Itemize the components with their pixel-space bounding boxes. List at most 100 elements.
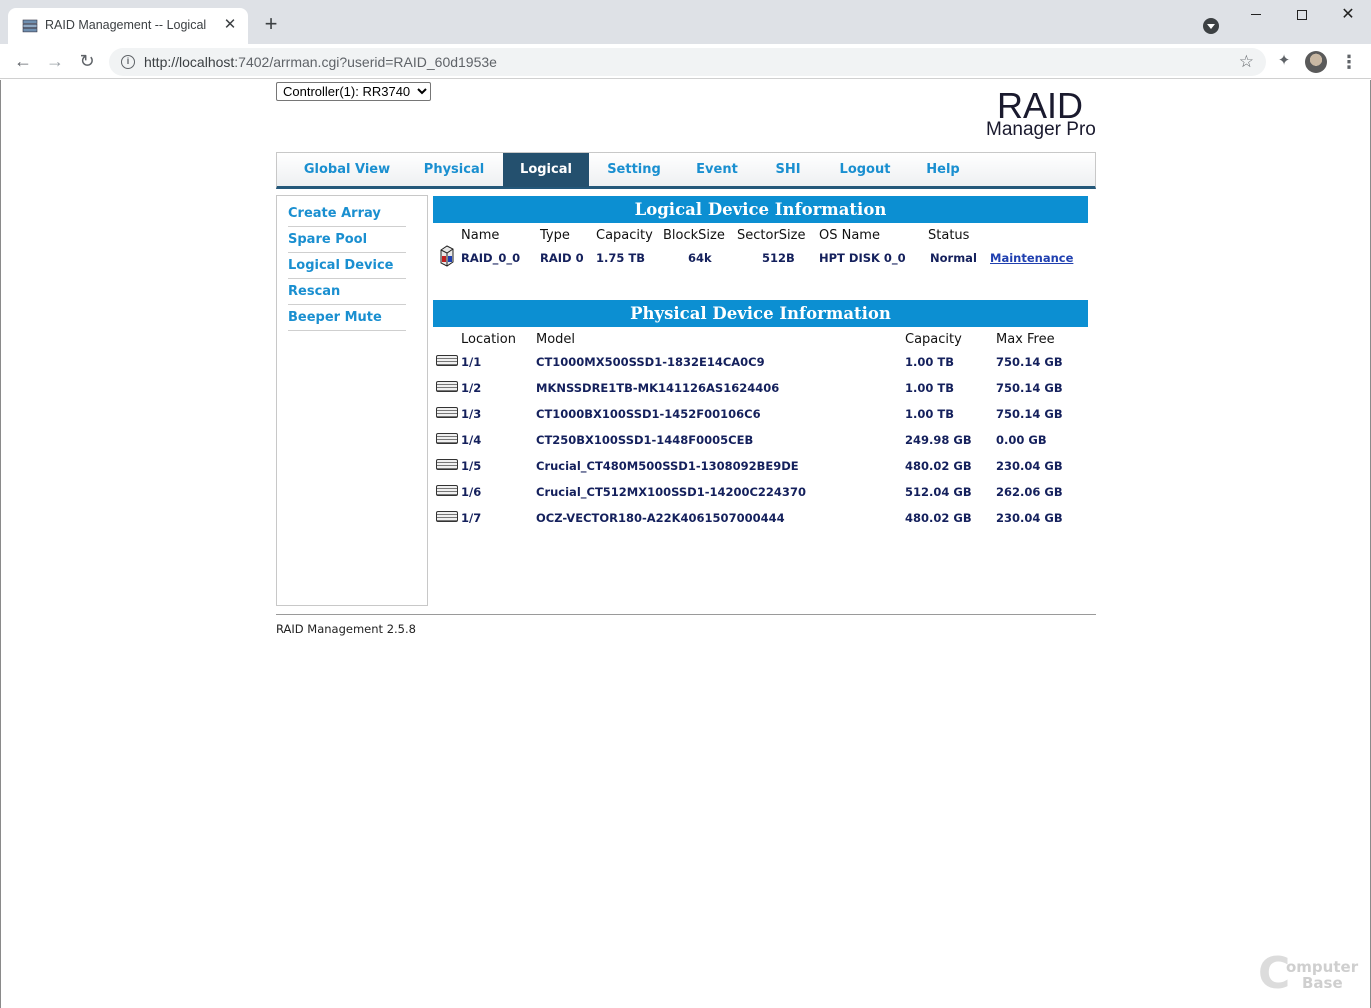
maintenance-link[interactable]: Maintenance: [990, 251, 1073, 265]
pd-model: MKNSSDRE1TB-MK141126AS1624406: [536, 381, 780, 395]
reload-button[interactable]: ↻: [75, 50, 99, 74]
tab-shi[interactable]: SHI: [759, 153, 817, 187]
watermark-line2: Base: [1302, 974, 1343, 992]
disk-icon: [436, 459, 458, 470]
tab-logout[interactable]: Logout: [825, 153, 905, 187]
sidebar-item-spare-pool[interactable]: Spare Pool: [288, 227, 406, 253]
col-header-pd-capacity: Capacity: [905, 332, 962, 347]
pd-location: 1/5: [461, 459, 482, 473]
minimize-icon: [1251, 14, 1261, 16]
footer-divider: [276, 614, 1096, 615]
disk-icon: [436, 433, 458, 444]
sidebar: Create Array Spare Pool Logical Device R…: [276, 195, 428, 606]
pd-maxfree: 750.14 GB: [996, 355, 1063, 369]
pd-location: 1/4: [461, 433, 482, 447]
raid-favicon-icon: [22, 19, 38, 33]
physical-section-title: Physical Device Information: [433, 300, 1088, 327]
forward-button[interactable]: →: [43, 50, 67, 74]
logical-cell-status: Normal: [930, 251, 977, 265]
tab-help[interactable]: Help: [911, 153, 975, 187]
col-header-capacity: Capacity: [596, 228, 653, 243]
pd-model: CT1000BX100SSD1-1452F00106C6: [536, 407, 761, 421]
pd-location: 1/1: [461, 355, 482, 369]
profile-avatar[interactable]: [1305, 51, 1327, 73]
pd-capacity: 1.00 TB: [905, 407, 954, 421]
pd-maxfree: 0.00 GB: [996, 433, 1047, 447]
maximize-icon: [1297, 9, 1307, 20]
col-header-maxfree: Max Free: [996, 332, 1055, 347]
col-header-type: Type: [540, 228, 570, 243]
pd-model: OCZ-VECTOR180-A22K4061507000444: [536, 511, 785, 525]
col-header-sectorsize: SectorSize: [737, 228, 806, 243]
col-header-name: Name: [461, 228, 500, 243]
tab-logical[interactable]: Logical: [503, 153, 589, 187]
sidebar-item-rescan[interactable]: Rescan: [288, 279, 406, 305]
footer-version: RAID Management 2.5.8: [276, 622, 416, 636]
logical-cell-name: RAID_0_0: [461, 251, 521, 265]
controller-select[interactable]: Controller(1): RR3740: [276, 82, 431, 101]
tab-search-icon[interactable]: [1203, 18, 1219, 34]
pd-capacity: 480.02 GB: [905, 511, 972, 525]
computerbase-watermark-logo: C omputer Base: [1258, 952, 1368, 1002]
maximize-button[interactable]: [1279, 0, 1325, 32]
pd-maxfree: 750.14 GB: [996, 407, 1063, 421]
disk-icon: [436, 511, 458, 522]
pd-location: 1/7: [461, 511, 482, 525]
browser-menu-icon[interactable]: ⋮: [1339, 51, 1359, 73]
disk-icon: [436, 381, 458, 392]
sidebar-item-logical-device[interactable]: Logical Device: [288, 253, 406, 279]
pd-maxfree: 230.04 GB: [996, 511, 1063, 525]
url-text[interactable]: http://localhost:7402/arrman.cgi?userid=…: [144, 54, 497, 70]
window-border-left: [0, 80, 1, 1008]
pd-location: 1/3: [461, 407, 482, 421]
sidebar-item-beeper-mute[interactable]: Beeper Mute: [288, 305, 406, 331]
raid-array-icon: [440, 245, 454, 267]
bookmark-star-icon[interactable]: ☆: [1239, 52, 1254, 72]
logical-section-title: Logical Device Information: [433, 196, 1088, 223]
pd-model: Crucial_CT480M500SSD1-1308092BE9DE: [536, 459, 799, 473]
col-header-status: Status: [928, 228, 970, 243]
tab-setting[interactable]: Setting: [593, 153, 675, 187]
logical-cell-sectorsize: 512B: [762, 251, 795, 265]
main-nav: Global View Physical Logical Setting Eve…: [276, 152, 1096, 189]
pd-capacity: 249.98 GB: [905, 433, 972, 447]
pd-model: CT250BX100SSD1-1448F0005CEB: [536, 433, 754, 447]
pd-maxfree: 230.04 GB: [996, 459, 1063, 473]
tab-physical[interactable]: Physical: [407, 153, 501, 187]
browser-tab[interactable]: RAID Management -- Logical ✕: [8, 8, 248, 44]
pd-capacity: 512.04 GB: [905, 485, 972, 499]
window-close-button[interactable]: ✕: [1325, 0, 1371, 32]
pd-maxfree: 262.06 GB: [996, 485, 1063, 499]
col-header-model: Model: [536, 332, 576, 347]
col-header-location: Location: [461, 332, 516, 347]
logo-subtitle: Manager Pro: [986, 119, 1096, 140]
browser-toolbar: ← → ↻ i http://localhost:7402/arrman.cgi…: [0, 44, 1371, 79]
col-header-osname: OS Name: [819, 228, 880, 243]
pd-capacity: 1.00 TB: [905, 381, 954, 395]
pd-model: CT1000MX500SSD1-1832E14CA0C9: [536, 355, 765, 369]
address-bar[interactable]: i http://localhost:7402/arrman.cgi?useri…: [109, 48, 1266, 76]
new-tab-button[interactable]: +: [259, 13, 283, 37]
tab-global-view[interactable]: Global View: [287, 153, 407, 187]
disk-icon: [436, 407, 458, 418]
tab-close-icon[interactable]: ✕: [220, 15, 240, 35]
site-info-icon[interactable]: i: [121, 55, 135, 69]
sidebar-item-create-array[interactable]: Create Array: [288, 201, 406, 227]
logical-cell-osname: HPT DISK 0_0: [819, 251, 906, 265]
logical-cell-capacity: 1.75 TB: [596, 251, 645, 265]
minimize-button[interactable]: [1233, 0, 1279, 32]
extensions-icon[interactable]: ✦: [1275, 52, 1293, 70]
url-host: http://localhost: [144, 54, 235, 70]
disk-icon: [436, 355, 458, 366]
tab-title: RAID Management -- Logical: [45, 18, 207, 32]
pd-capacity: 1.00 TB: [905, 355, 954, 369]
pd-location: 1/2: [461, 381, 482, 395]
pd-maxfree: 750.14 GB: [996, 381, 1063, 395]
col-header-blocksize: BlockSize: [663, 228, 725, 243]
back-button[interactable]: ←: [11, 50, 35, 74]
url-path: :7402/arrman.cgi?userid=RAID_60d1953e: [234, 54, 497, 70]
disk-icon: [436, 485, 458, 496]
tab-event[interactable]: Event: [679, 153, 755, 187]
logical-cell-blocksize: 64k: [688, 251, 712, 265]
pd-model: Crucial_CT512MX100SSD1-14200C224370: [536, 485, 806, 499]
